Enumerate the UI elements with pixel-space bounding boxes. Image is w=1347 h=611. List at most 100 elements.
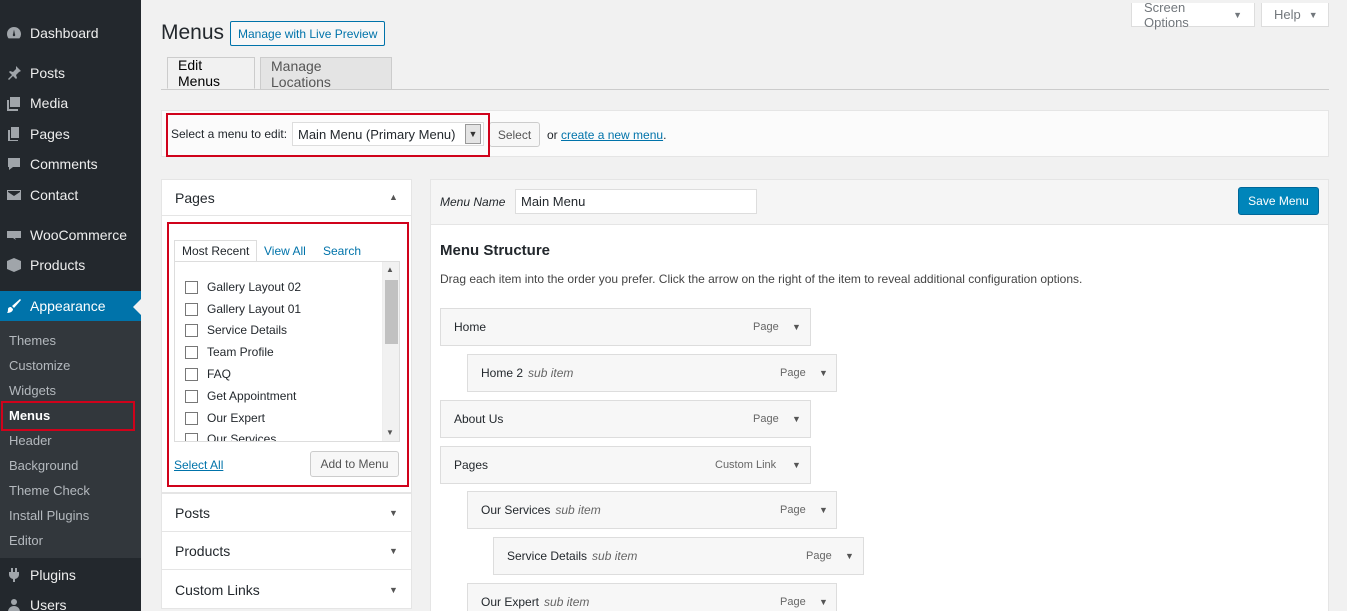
menu-item[interactable]: Our Services sub item Page ▼ — [467, 491, 837, 529]
submenu-background[interactable]: Background — [0, 454, 141, 476]
menu-item[interactable]: Home 2 sub item Page ▼ — [467, 354, 837, 392]
menu-name-input[interactable]: Main Menu — [515, 189, 757, 214]
menu-item-title-text: Our Expert — [481, 595, 540, 609]
menu-item-sub-label: sub item — [528, 366, 574, 380]
menu-item-title: Our Services sub item — [481, 503, 601, 517]
sidebar-item-plugins[interactable]: Plugins — [0, 560, 141, 590]
tab-edit-menus[interactable]: Edit Menus — [167, 57, 255, 89]
menu-item-title-text: About Us — [454, 412, 504, 426]
sidebar-item-comments[interactable]: Comments — [0, 149, 141, 179]
submenu-customize[interactable]: Customize — [0, 354, 141, 376]
tab-manage-locations[interactable]: Manage Locations — [260, 57, 392, 90]
chevron-down-icon[interactable]: ▼ — [389, 508, 398, 518]
menu-item[interactable]: Pages Custom Link ▼ — [440, 446, 811, 484]
sidebar-item-products[interactable]: Products — [0, 250, 141, 280]
sidebar-item-woocommerce[interactable]: WooCommerce — [0, 220, 141, 250]
submenu-header[interactable]: Header — [0, 429, 141, 451]
period-text: . — [663, 128, 667, 142]
sidebar-item-label: Dashboard — [30, 25, 99, 41]
manage-live-preview-button[interactable]: Manage with Live Preview — [230, 21, 386, 46]
highlight-box-select — [166, 113, 490, 157]
sidebar-item-media[interactable]: Media — [0, 88, 141, 118]
woo-icon — [6, 227, 22, 243]
custom-links-section-title: Custom Links — [175, 582, 260, 598]
or-text: or — [547, 128, 558, 142]
menu-item-sub-label: sub item — [544, 595, 590, 609]
save-menu-button[interactable]: Save Menu — [1238, 187, 1319, 215]
menu-item-title: Service Details sub item — [507, 549, 637, 563]
submenu-themes[interactable]: Themes — [0, 329, 141, 351]
sidebar-item-dashboard[interactable]: Dashboard — [0, 18, 141, 48]
chevron-up-icon[interactable]: ▲ — [389, 192, 398, 202]
menu-structure-description: Drag each item into the order you prefer… — [440, 272, 1083, 286]
submenu-editor[interactable]: Editor — [0, 529, 141, 551]
chevron-down-icon[interactable]: ▼ — [819, 597, 828, 607]
submenu-theme-check[interactable]: Theme Check — [0, 479, 141, 501]
chevron-down-icon[interactable]: ▼ — [819, 505, 828, 515]
menu-item-title: Our Expert sub item — [481, 595, 589, 609]
chevron-down-icon[interactable]: ▼ — [792, 322, 801, 332]
comment-icon — [6, 156, 22, 172]
sidebar-item-label: Comments — [30, 156, 98, 172]
screen-options-label: Screen Options — [1144, 0, 1189, 30]
menu-item[interactable]: About Us Page ▼ — [440, 400, 811, 438]
admin-sidebar: Dashboard Posts Media Pages Comments Con… — [0, 0, 141, 611]
menu-item[interactable]: Home Page ▼ — [440, 308, 811, 346]
chevron-down-icon[interactable]: ▼ — [819, 368, 828, 378]
sidebar-item-label: Contact — [30, 187, 79, 203]
sidebar-item-appearance[interactable]: Appearance — [0, 291, 141, 321]
sidebar-item-label: Plugins — [30, 567, 76, 583]
chevron-down-icon[interactable]: ▼ — [389, 546, 398, 556]
menu-item-title: Pages — [454, 458, 488, 472]
chevron-down-icon[interactable]: ▼ — [792, 414, 801, 424]
screen-options-button[interactable]: Screen Options ▼ — [1131, 0, 1255, 30]
menu-structure-title: Menu Structure — [440, 242, 551, 259]
posts-section-title: Posts — [175, 505, 211, 521]
menu-item[interactable]: Service Details sub item Page ▼ — [493, 537, 864, 575]
products-section-title: Products — [175, 543, 231, 559]
dashboard-icon — [6, 25, 22, 41]
pin-icon — [6, 65, 22, 81]
menu-name-label: Menu Name — [440, 195, 506, 209]
sidebar-item-posts[interactable]: Posts — [0, 58, 141, 88]
sidebar-item-contact[interactable]: Contact — [0, 180, 141, 210]
sidebar-item-users[interactable]: Users — [0, 590, 141, 611]
submenu-widgets[interactable]: Widgets — [0, 379, 141, 401]
sidebar-item-label: Appearance — [30, 298, 106, 314]
pages-icon — [6, 126, 22, 142]
menu-item-sub-label: sub item — [555, 503, 601, 517]
sidebar-item-label: Posts — [30, 65, 66, 81]
sidebar-item-label: Products — [30, 257, 86, 273]
menu-item-type: Page — [780, 367, 806, 379]
help-button[interactable]: Help ▼ — [1261, 3, 1329, 27]
mail-icon — [6, 187, 22, 203]
menu-item-type: Custom Link — [715, 459, 777, 471]
menu-item[interactable]: Our Expert sub item Page ▼ — [467, 583, 837, 611]
box-icon — [6, 257, 22, 273]
highlight-box-pages — [167, 222, 409, 487]
create-new-menu-link[interactable]: create a new menu — [561, 128, 663, 142]
caret-down-icon: ▼ — [1233, 9, 1242, 20]
plugin-icon — [6, 567, 22, 583]
sidebar-item-pages[interactable]: Pages — [0, 119, 141, 149]
chevron-down-icon[interactable]: ▼ — [389, 585, 398, 595]
caret-down-icon: ▼ — [1308, 9, 1318, 20]
tabs-divider — [161, 89, 1329, 90]
menu-item-type: Page — [780, 596, 806, 608]
media-icon — [6, 95, 22, 111]
menu-item-type: Page — [753, 321, 779, 333]
highlight-box-menus — [1, 401, 135, 431]
appearance-submenu: Themes Customize Widgets Menus Header Ba… — [0, 321, 141, 558]
chevron-down-icon[interactable]: ▼ — [792, 460, 801, 470]
help-label: Help — [1274, 7, 1301, 22]
menu-item-type: Page — [753, 413, 779, 425]
brush-icon — [6, 298, 22, 314]
chevron-down-icon[interactable]: ▼ — [845, 551, 854, 561]
menu-item-title: About Us — [454, 412, 503, 426]
submenu-install-plugins[interactable]: Install Plugins — [0, 504, 141, 526]
menu-item-type: Page — [780, 504, 806, 516]
select-button[interactable]: Select — [489, 122, 540, 147]
page-title: Menus — [161, 21, 225, 44]
menu-item-title: Home 2 sub item — [481, 366, 573, 380]
menu-item-title-text: Home — [454, 320, 487, 334]
